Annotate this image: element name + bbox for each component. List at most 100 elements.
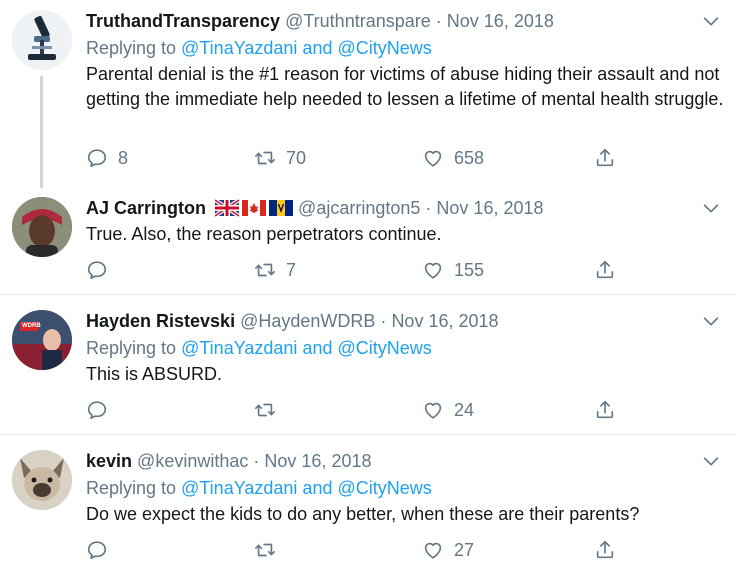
tweet[interactable]: kevin @kevinwithac · Nov 16, 2018 Replyi…	[0, 450, 736, 565]
reply-button[interactable]	[86, 258, 108, 282]
retweet-button[interactable]	[254, 398, 276, 422]
tweet-text: True. Also, the reason perpetrators cont…	[86, 224, 442, 244]
reply-icon	[86, 399, 108, 421]
share-button[interactable]	[594, 146, 616, 170]
microscope-icon	[12, 10, 72, 70]
tweet[interactable]: TruthandTransparency @Truthntranspare · …	[0, 10, 736, 188]
retweet-icon	[254, 399, 276, 421]
replying-and[interactable]: and	[302, 478, 332, 498]
like-icon	[422, 259, 444, 281]
retweet-count: 70	[286, 147, 307, 168]
display-name[interactable]: Hayden Ristevski	[86, 311, 235, 331]
replying-to: Replying to @TinaYazdani and @CityNews	[86, 477, 432, 499]
retweet-button[interactable]: 7	[254, 258, 296, 282]
tweet-actions: 27	[86, 538, 626, 562]
like-button[interactable]: 27	[422, 538, 474, 562]
like-count: 27	[454, 539, 475, 560]
timestamp[interactable]: Nov 16, 2018	[436, 198, 543, 218]
avatar-logo-text: WDRB	[22, 323, 41, 329]
retweet-count: 7	[286, 259, 297, 280]
share-button[interactable]	[594, 398, 616, 422]
like-icon	[422, 399, 444, 421]
tweet-header: AJ Carrington @ajcarrington5 · Nov 16, 2…	[86, 197, 544, 222]
reply-button[interactable]	[86, 538, 108, 562]
like-count: 658	[454, 147, 485, 168]
retweet-button[interactable]	[254, 538, 276, 562]
handle[interactable]: @Truthntranspare	[285, 11, 431, 31]
replying-label: Replying to	[86, 338, 177, 358]
tweet-text: Parental denial is the #1 reason for vic…	[86, 64, 724, 109]
timestamp[interactable]: Nov 16, 2018	[447, 11, 554, 31]
tweet-text: This is ABSURD.	[86, 364, 223, 384]
tweet-text: Do we expect the kids to do any better, …	[86, 504, 640, 524]
profile-photo	[12, 197, 72, 257]
replying-to: Replying to @TinaYazdani and @CityNews	[86, 337, 432, 359]
like-button[interactable]: 24	[422, 398, 474, 422]
reply-icon	[86, 539, 108, 561]
retweet-button[interactable]: 70	[254, 146, 306, 170]
like-icon	[422, 539, 444, 561]
retweet-icon	[254, 147, 276, 169]
divider	[0, 294, 736, 295]
avatar[interactable]	[12, 10, 72, 70]
tweet-header: kevin @kevinwithac · Nov 16, 2018	[86, 450, 371, 472]
chevron-down-icon[interactable]	[700, 450, 722, 472]
separator: ·	[253, 451, 260, 471]
share-icon	[594, 147, 616, 169]
chevron-down-icon[interactable]	[700, 197, 722, 219]
retweet-icon	[254, 259, 276, 281]
like-count: 155	[454, 259, 485, 280]
flag-emojis	[213, 198, 294, 222]
tweet-actions: 24	[86, 398, 626, 422]
chevron-down-icon[interactable]	[700, 10, 722, 32]
reply-icon	[86, 147, 108, 169]
handle[interactable]: @ajcarrington5	[298, 198, 420, 218]
profile-photo	[12, 310, 72, 370]
like-icon	[422, 147, 444, 169]
mention-link[interactable]: @TinaYazdani	[181, 478, 297, 498]
share-button[interactable]	[594, 258, 616, 282]
mention-link[interactable]: @CityNews	[338, 478, 432, 498]
separator: ·	[435, 11, 442, 31]
tweet-actions: 8 70 658	[86, 146, 626, 170]
reply-button[interactable]	[86, 398, 108, 422]
avatar[interactable]: WDRB	[12, 310, 72, 370]
tweet-header: Hayden Ristevski @HaydenWDRB · Nov 16, 2…	[86, 310, 499, 332]
like-button[interactable]: 658	[422, 146, 484, 170]
timestamp[interactable]: Nov 16, 2018	[391, 311, 498, 331]
thread-line	[40, 76, 43, 188]
divider	[0, 434, 736, 435]
tweet[interactable]: WDRB Hayden Ristevski @HaydenWDRB · Nov …	[0, 310, 736, 425]
share-icon	[594, 539, 616, 561]
timestamp[interactable]: Nov 16, 2018	[264, 451, 371, 471]
like-button[interactable]: 155	[422, 258, 484, 282]
separator: ·	[380, 311, 387, 331]
replying-and[interactable]: and	[302, 338, 332, 358]
share-icon	[594, 399, 616, 421]
tweet-header: TruthandTransparency @Truthntranspare · …	[86, 10, 554, 32]
mention-link[interactable]: @TinaYazdani	[181, 338, 297, 358]
tweet-actions: 7 155	[86, 258, 626, 282]
canada-flag-icon	[242, 200, 267, 216]
avatar[interactable]	[12, 450, 72, 510]
share-button[interactable]	[594, 538, 616, 562]
handle[interactable]: @HaydenWDRB	[240, 311, 375, 331]
uk-flag-icon	[213, 198, 241, 218]
mention-link[interactable]: @CityNews	[338, 38, 432, 58]
mention-link[interactable]: @TinaYazdani	[181, 38, 297, 58]
display-name[interactable]: AJ Carrington	[86, 198, 206, 218]
barbados-flag-icon	[269, 200, 294, 216]
display-name[interactable]: TruthandTransparency	[86, 11, 280, 31]
reply-icon	[86, 259, 108, 281]
handle[interactable]: @kevinwithac	[137, 451, 248, 471]
reply-button[interactable]: 8	[86, 146, 128, 170]
avatar[interactable]	[12, 197, 72, 257]
display-name[interactable]: kevin	[86, 451, 132, 471]
mention-link[interactable]: @CityNews	[338, 338, 432, 358]
retweet-icon	[254, 539, 276, 561]
chevron-down-icon[interactable]	[700, 310, 722, 332]
like-count: 24	[454, 399, 475, 420]
reply-count: 8	[118, 147, 129, 168]
tweet[interactable]: AJ Carrington @ajcarrington5 · Nov 16, 2…	[0, 197, 736, 283]
replying-and[interactable]: and	[302, 38, 332, 58]
